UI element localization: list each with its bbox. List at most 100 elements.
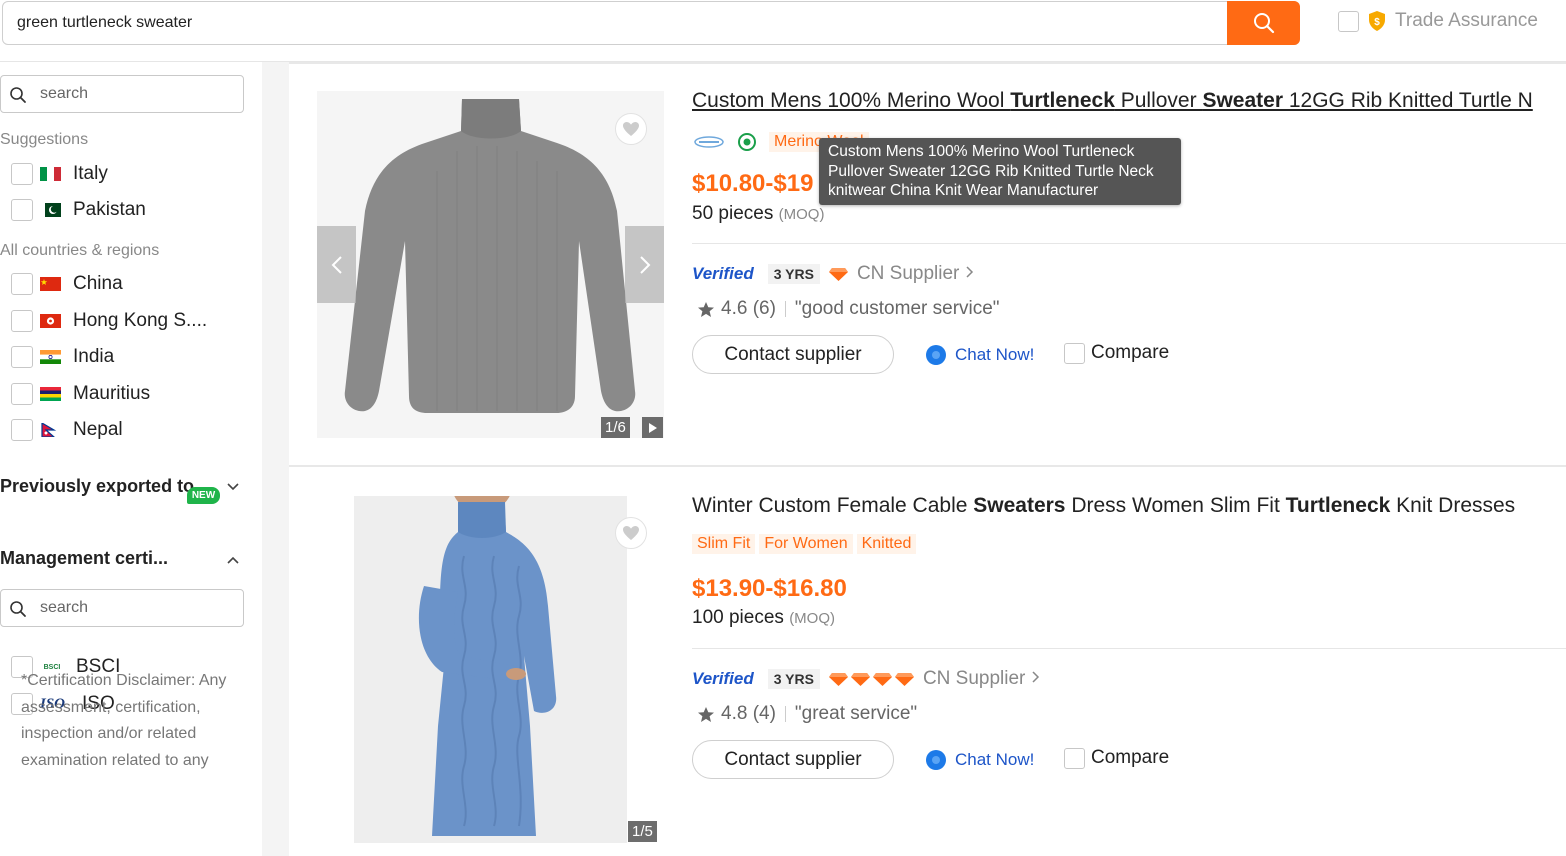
cert-search-box	[0, 589, 244, 627]
compare-toggle[interactable]: Compare	[1064, 342, 1169, 364]
search-box	[2, 1, 1300, 45]
supplier-diamonds	[828, 672, 915, 687]
certificate-logo-icon	[694, 136, 724, 148]
diamond-icon	[828, 672, 848, 686]
play-video-button[interactable]	[642, 417, 663, 438]
country-option-china[interactable]: China	[11, 272, 123, 296]
chevron-down-icon[interactable]	[226, 482, 240, 492]
product-title-link[interactable]: Custom Mens 100% Merino Wool Turtleneck …	[692, 89, 1566, 113]
years-badge: 3 YRS	[767, 264, 820, 284]
country-option-nepal[interactable]: Nepal	[11, 418, 123, 442]
years-badge: 3 YRS	[767, 669, 820, 689]
certification-disclaimer: *Certification Disclaimer: Any assessmen…	[21, 672, 227, 769]
tag-knitted: Knitted	[856, 534, 917, 554]
supplier-link[interactable]: CN Supplier	[857, 263, 975, 285]
country-option-india[interactable]: India	[11, 345, 114, 369]
chevron-up-icon[interactable]	[226, 555, 240, 565]
compare-checkbox[interactable]	[1064, 747, 1085, 769]
trade-assurance-shield-icon: $	[1369, 11, 1385, 31]
search-input[interactable]	[17, 11, 1217, 35]
contact-supplier-button[interactable]: Contact supplier	[692, 740, 894, 779]
diamond-icon	[894, 672, 914, 686]
product-moq: 50 pieces (MOQ)	[692, 203, 825, 224]
eco-certificate-icon	[738, 133, 756, 151]
chat-bubble-icon	[926, 750, 946, 770]
checkbox[interactable]	[11, 419, 33, 441]
country-label: Hong Kong S....	[73, 310, 208, 331]
image-counter: 1/6	[601, 417, 630, 438]
next-image-button[interactable]	[625, 226, 664, 303]
country-option-pakistan[interactable]: Pakistan	[11, 198, 146, 222]
new-badge: NEW	[187, 487, 220, 504]
chat-now-label: Chat Now!	[955, 345, 1035, 364]
country-option-mauritius[interactable]: Mauritius	[11, 382, 150, 406]
product-title-link[interactable]: Winter Custom Female Cable Sweaters Dres…	[692, 494, 1566, 518]
product-price: $10.80-$19	[692, 170, 814, 197]
compare-checkbox[interactable]	[1064, 342, 1085, 364]
product-title-tooltip: Custom Mens 100% Merino Wool Turtleneck …	[819, 138, 1181, 205]
previous-image-button[interactable]	[317, 226, 356, 303]
supplier-diamonds	[828, 267, 849, 282]
divider	[289, 465, 1566, 467]
country-label: China	[73, 273, 123, 294]
country-option-italy[interactable]: Italy	[11, 162, 108, 186]
previously-exported-section-toggle[interactable]: Previously exported to	[0, 476, 194, 497]
country-option-hong-kong[interactable]: Hong Kong S....	[11, 309, 207, 333]
management-cert-section-toggle[interactable]: Management certi...	[0, 548, 168, 569]
diamond-icon	[872, 672, 892, 686]
supplier-info: Verified 3 YRS CN Supplier	[692, 263, 975, 285]
chat-now-button[interactable]: Chat Now!	[925, 344, 1034, 366]
heart-icon	[623, 122, 639, 136]
favorite-button[interactable]	[615, 517, 647, 549]
divider	[692, 648, 1566, 649]
trade-assurance-checkbox[interactable]	[1338, 10, 1359, 32]
search-button[interactable]	[1227, 1, 1300, 45]
favorite-button[interactable]	[615, 113, 647, 145]
divider	[784, 301, 786, 317]
checkbox[interactable]	[11, 273, 33, 295]
cert-search-input[interactable]	[40, 598, 230, 618]
chat-now-button[interactable]: Chat Now!	[925, 749, 1034, 771]
product-image-sweater[interactable]	[317, 91, 664, 438]
review-snippet: "good customer service"	[794, 298, 1000, 319]
divider	[784, 706, 786, 722]
product-image-dress[interactable]	[354, 496, 627, 843]
sidebar-divider	[262, 62, 289, 856]
hong-kong-flag-icon	[40, 314, 61, 328]
chevron-right-icon	[639, 255, 650, 274]
checkbox[interactable]	[11, 163, 33, 185]
verified-badge: Verified	[692, 669, 754, 688]
checkbox[interactable]	[11, 310, 33, 332]
compare-label: Compare	[1091, 342, 1170, 363]
diamond-icon	[828, 267, 848, 281]
chevron-right-icon	[966, 266, 973, 278]
image-counter: 1/5	[628, 821, 657, 842]
italy-flag-icon	[40, 167, 61, 181]
tag-for-women: For Women	[759, 534, 853, 554]
trade-assurance-filter[interactable]: $ Trade Assurance	[1338, 10, 1538, 32]
star-icon	[698, 706, 714, 722]
supplier-link[interactable]: CN Supplier	[923, 668, 1041, 690]
diamond-icon	[850, 672, 870, 686]
star-icon	[698, 301, 714, 317]
india-flag-icon	[40, 350, 61, 364]
divider	[692, 243, 1566, 244]
blue-knit-dress-image	[354, 496, 627, 843]
product-moq: 100 pieces (MOQ)	[692, 607, 836, 628]
pakistan-flag-icon	[40, 203, 61, 217]
verified-badge: Verified	[692, 264, 754, 283]
product-price: $13.90-$16.80	[692, 575, 847, 602]
mauritius-flag-icon	[40, 387, 61, 401]
checkbox[interactable]	[11, 346, 33, 368]
chat-bubble-icon	[926, 345, 946, 365]
contact-supplier-button[interactable]: Contact supplier	[692, 335, 894, 374]
checkbox[interactable]	[11, 199, 33, 221]
trade-assurance-label: Trade Assurance	[1395, 10, 1538, 31]
svg-text:$: $	[1374, 17, 1380, 28]
gray-sweater-image	[317, 91, 664, 438]
checkbox[interactable]	[11, 383, 33, 405]
compare-toggle[interactable]: Compare	[1064, 747, 1169, 769]
country-search-input[interactable]	[40, 84, 230, 104]
chat-now-label: Chat Now!	[955, 750, 1035, 769]
country-search-box	[0, 75, 244, 113]
